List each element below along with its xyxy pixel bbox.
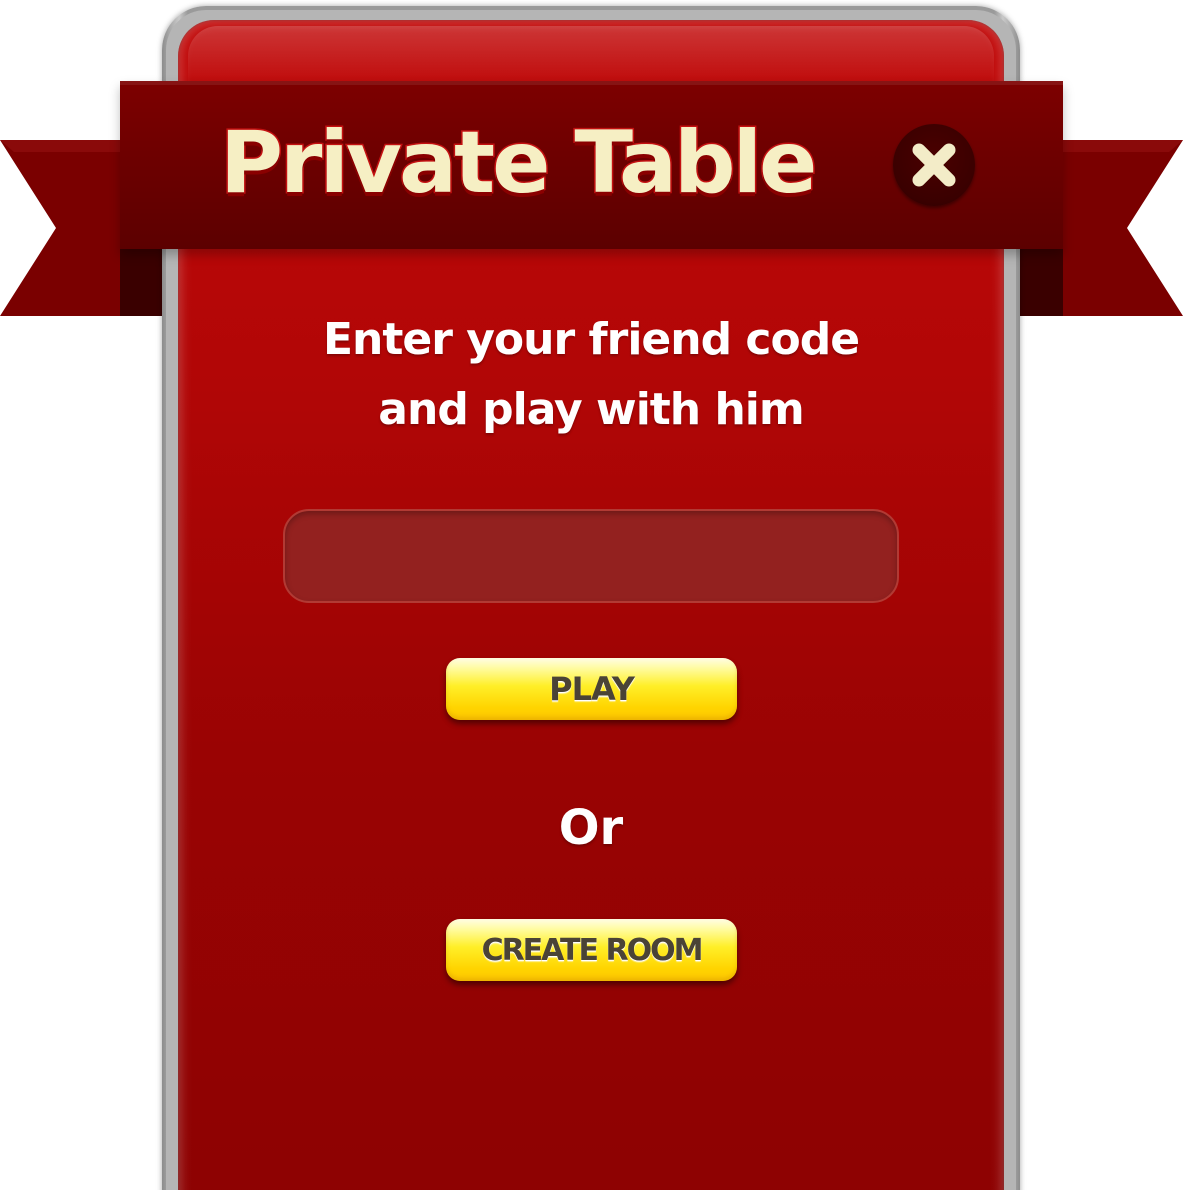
private-table-dialog: Private Table Enter your friend code and… <box>0 0 1183 1190</box>
or-separator: Or <box>558 800 624 856</box>
play-button[interactable]: PLAY <box>446 658 737 720</box>
close-icon <box>912 143 956 187</box>
dialog-title: Private Table <box>218 112 818 215</box>
close-button[interactable] <box>893 124 975 206</box>
prompt-line-1: Enter your friend code <box>322 314 860 365</box>
friend-code-input[interactable] <box>283 509 899 603</box>
prompt-line-2: and play with him <box>378 384 804 435</box>
create-room-button[interactable]: CREATE ROOM <box>446 919 737 981</box>
